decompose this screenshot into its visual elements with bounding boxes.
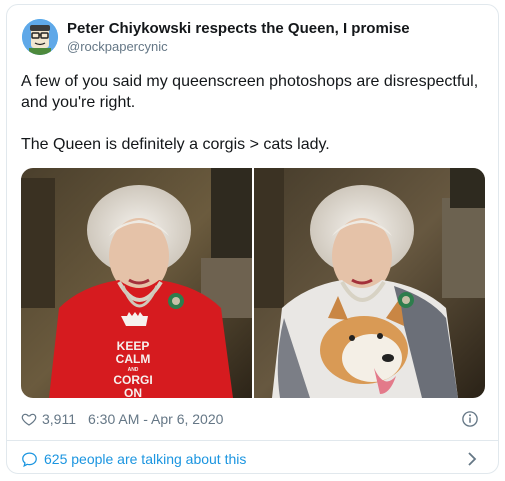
conversation-link[interactable]: 625 people are talking about this bbox=[21, 449, 491, 469]
photo-right[interactable] bbox=[254, 168, 485, 398]
media-grid: KEEP CALM AND CORGI ON bbox=[21, 168, 485, 398]
photo-right-image bbox=[254, 168, 485, 398]
info-icon[interactable] bbox=[461, 410, 479, 428]
tweet-text-line-2: and you're right. bbox=[21, 94, 136, 111]
shirt-text-line-4: CORGI bbox=[113, 373, 152, 387]
shirt-text-line-2: CALM bbox=[116, 352, 151, 366]
photo-left-image: KEEP CALM AND CORGI ON bbox=[21, 168, 252, 398]
tweet-card: Peter Chiykowski respects the Queen, I p… bbox=[6, 4, 499, 474]
chevron-right-icon[interactable] bbox=[465, 451, 479, 467]
tweet-meta: 3,911 6:30 AM - Apr 6, 2020 bbox=[21, 410, 491, 428]
tweet-header: Peter Chiykowski respects the Queen, I p… bbox=[18, 14, 488, 55]
timestamp[interactable]: 6:30 AM - Apr 6, 2020 bbox=[88, 411, 223, 427]
tweet-text-line-3: The Queen is definitely a corgis > cats … bbox=[21, 136, 330, 153]
avatar[interactable] bbox=[22, 19, 58, 55]
tweet-text-line-1: A few of you said my queenscreen photosh… bbox=[21, 73, 479, 90]
speech-bubble-icon bbox=[22, 451, 37, 467]
author-names[interactable]: Peter Chiykowski respects the Queen, I p… bbox=[67, 20, 410, 55]
divider bbox=[7, 440, 498, 441]
shirt-text-line-1: KEEP bbox=[117, 339, 150, 353]
handle[interactable]: @rockpapercynic bbox=[67, 39, 410, 55]
heart-icon[interactable] bbox=[21, 411, 37, 427]
shirt-text-line-5: ON bbox=[124, 386, 142, 398]
like-count[interactable]: 3,911 bbox=[42, 411, 76, 427]
tweet-text: A few of you said my queenscreen photosh… bbox=[21, 71, 491, 155]
display-name[interactable]: Peter Chiykowski respects the Queen, I p… bbox=[67, 20, 410, 38]
photo-left[interactable]: KEEP CALM AND CORGI ON bbox=[21, 168, 252, 398]
conversation-link-label[interactable]: 625 people are talking about this bbox=[44, 451, 246, 467]
cartoon-avatar-icon bbox=[22, 19, 58, 55]
